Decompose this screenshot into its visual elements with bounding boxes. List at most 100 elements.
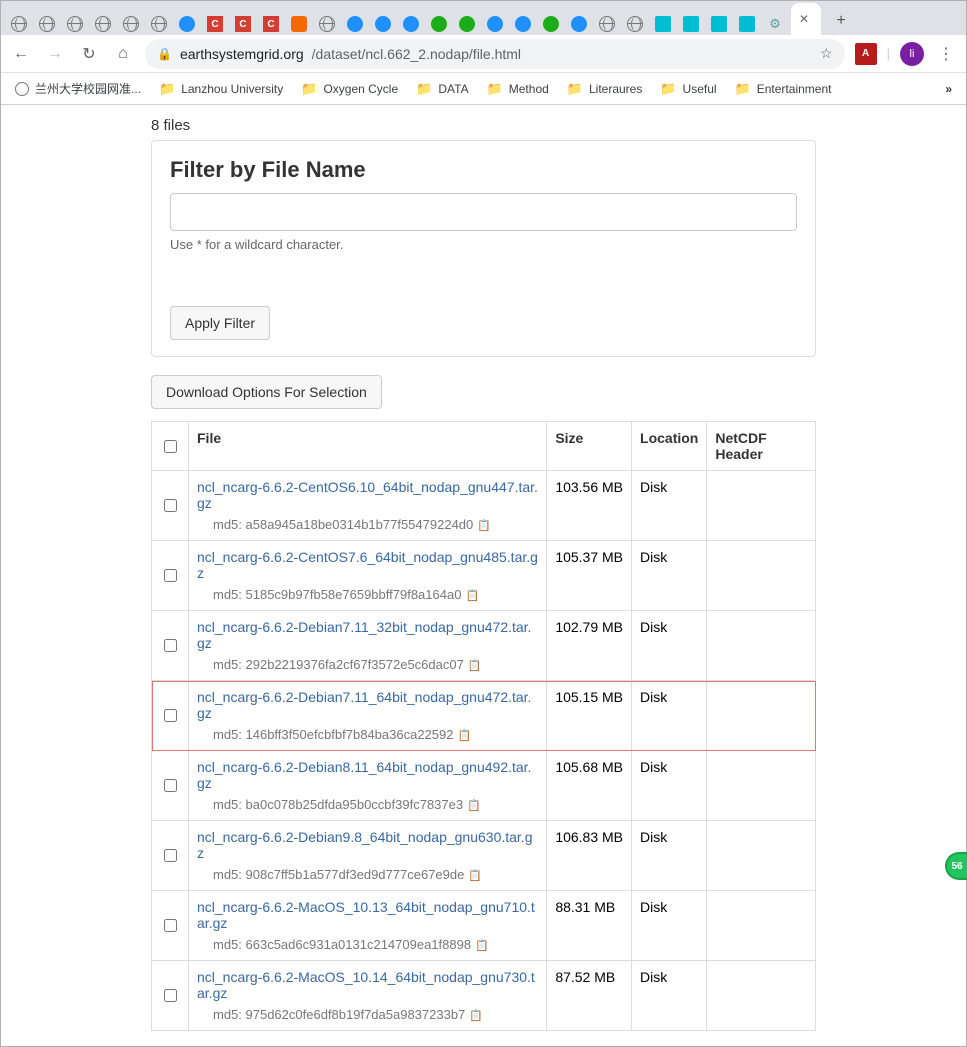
c-icon: C [263, 16, 279, 32]
row-checkbox-cell [152, 821, 189, 891]
tab-icon[interactable] [64, 13, 86, 35]
table-row: ncl_ncarg-6.6.2-Debian9.8_64bit_nodap_gn… [152, 821, 816, 891]
page-viewport[interactable]: 8 files Filter by File Name Use * for a … [1, 105, 966, 1046]
row-checkbox[interactable] [164, 989, 177, 1002]
copy-icon[interactable]: 📋 [469, 1010, 483, 1022]
tab-icon[interactable] [708, 13, 730, 35]
tab-icon[interactable] [456, 13, 478, 35]
row-checkbox[interactable] [164, 779, 177, 792]
tab-icon[interactable] [92, 13, 114, 35]
filter-input[interactable] [170, 193, 797, 231]
bookmark-item[interactable]: 📁Lanzhou University [159, 81, 283, 97]
globe-icon [11, 16, 27, 32]
tab-icon[interactable] [484, 13, 506, 35]
tab-icon[interactable]: C [232, 13, 254, 35]
md5-text: md5: 975d62c0fe6df8b19f7da5a9837233b7📋 [197, 1007, 538, 1022]
file-link[interactable]: ncl_ncarg-6.6.2-MacOS_10.13_64bit_nodap_… [197, 899, 535, 931]
back-button[interactable]: ← [9, 42, 33, 66]
tab-icon[interactable] [36, 13, 58, 35]
new-tab-button[interactable]: + [827, 7, 855, 35]
bookmark-label: Method [509, 82, 549, 96]
side-badge[interactable]: 56 [945, 852, 967, 880]
row-checkbox[interactable] [164, 849, 177, 862]
tab-icon[interactable] [148, 13, 170, 35]
home-button[interactable]: ⌂ [111, 42, 135, 66]
download-options-button[interactable]: Download Options For Selection [151, 375, 382, 409]
tab-icon[interactable] [344, 13, 366, 35]
tab-icon[interactable]: C [260, 13, 282, 35]
file-link[interactable]: ncl_ncarg-6.6.2-CentOS6.10_64bit_nodap_g… [197, 479, 538, 511]
bookmark-label: DATA [438, 82, 468, 96]
tab-icon[interactable] [736, 13, 758, 35]
close-tab-icon[interactable]: ✕ [799, 12, 809, 26]
bookmark-item[interactable]: 兰州大学校园网准... [15, 80, 141, 97]
apply-filter-button[interactable]: Apply Filter [170, 306, 270, 340]
bookmark-item[interactable]: 📁Useful [660, 81, 716, 97]
tab-icon[interactable] [400, 13, 422, 35]
tab-icon[interactable] [652, 13, 674, 35]
bookmark-star-icon[interactable]: ☆ [820, 45, 833, 62]
bookmark-item[interactable]: 📁 Method [487, 81, 549, 97]
file-cell: ncl_ncarg-6.6.2-Debian7.11_32bit_nodap_g… [189, 611, 547, 681]
copy-icon[interactable]: 📋 [475, 940, 489, 952]
file-cell: ncl_ncarg-6.6.2-MacOS_10.13_64bit_nodap_… [189, 891, 547, 961]
row-checkbox[interactable] [164, 919, 177, 932]
folder-icon: 📁 [487, 81, 503, 97]
circle-icon [571, 16, 587, 32]
tab-icon[interactable] [428, 13, 450, 35]
menu-button[interactable]: ⋮ [934, 42, 958, 66]
profile-avatar[interactable]: li [900, 42, 924, 66]
tab-icon[interactable] [8, 13, 30, 35]
copy-icon[interactable]: 📋 [468, 870, 482, 882]
bookmark-item[interactable]: 📁Oxygen Cycle [301, 81, 398, 97]
tab-icon[interactable] [512, 13, 534, 35]
file-link[interactable]: ncl_ncarg-6.6.2-Debian8.11_64bit_nodap_g… [197, 759, 531, 791]
tab-icon[interactable] [372, 13, 394, 35]
row-checkbox[interactable] [164, 499, 177, 512]
tab-icon[interactable] [568, 13, 590, 35]
jian-icon [291, 16, 307, 32]
netcdf-cell [707, 611, 816, 681]
reload-button[interactable]: ↻ [77, 42, 101, 66]
active-tab[interactable]: ✕ [791, 3, 821, 35]
tab-icon[interactable] [540, 13, 562, 35]
address-bar[interactable]: 🔒 earthsystemgrid.org/dataset/ncl.662_2.… [145, 39, 845, 69]
location-cell: Disk [632, 751, 707, 821]
tab-icon[interactable] [176, 13, 198, 35]
bookmarks-overflow-icon[interactable]: » [945, 82, 952, 96]
tab-icon[interactable]: C [204, 13, 226, 35]
netcdf-cell [707, 961, 816, 1031]
bookmark-label: Lanzhou University [181, 82, 283, 96]
tab-icon[interactable] [680, 13, 702, 35]
adobe-extension-icon[interactable]: A [855, 43, 877, 65]
file-link[interactable]: ncl_ncarg-6.6.2-MacOS_10.14_64bit_nodap_… [197, 969, 535, 1001]
copy-icon[interactable]: 📋 [457, 730, 471, 742]
tab-icon[interactable] [120, 13, 142, 35]
tab-icon[interactable]: ⚙ [764, 13, 786, 35]
row-checkbox[interactable] [164, 569, 177, 582]
file-link[interactable]: ncl_ncarg-6.6.2-Debian9.8_64bit_nodap_gn… [197, 829, 533, 861]
tab-icon[interactable] [624, 13, 646, 35]
forward-button[interactable]: → [43, 42, 67, 66]
copy-icon[interactable]: 📋 [468, 660, 482, 672]
file-cell: ncl_ncarg-6.6.2-MacOS_10.14_64bit_nodap_… [189, 961, 547, 1031]
bookmark-label: Entertainment [757, 82, 832, 96]
row-checkbox[interactable] [164, 709, 177, 722]
row-checkbox[interactable] [164, 639, 177, 652]
tab-icon[interactable] [316, 13, 338, 35]
select-all-checkbox[interactable] [164, 440, 177, 453]
bookmark-item[interactable]: 📁Entertainment [735, 81, 832, 97]
gear-icon: ⚙ [767, 16, 783, 32]
copy-icon[interactable]: 📋 [465, 590, 479, 602]
copy-icon[interactable]: 📋 [467, 800, 481, 812]
tab-icon[interactable] [596, 13, 618, 35]
file-link[interactable]: ncl_ncarg-6.6.2-Debian7.11_32bit_nodap_g… [197, 619, 531, 651]
bookmark-item[interactable]: 📁DATA [416, 81, 468, 97]
file-link[interactable]: ncl_ncarg-6.6.2-CentOS7.6_64bit_nodap_gn… [197, 549, 538, 581]
bookmark-item[interactable]: 📁Literaures [567, 81, 643, 97]
col-file: File [189, 422, 547, 471]
file-link[interactable]: ncl_ncarg-6.6.2-Debian7.11_64bit_nodap_g… [197, 689, 531, 721]
tab-icon[interactable] [288, 13, 310, 35]
copy-icon[interactable]: 📋 [477, 520, 491, 532]
bookmark-label: 兰州大学校园网准... [35, 80, 141, 97]
